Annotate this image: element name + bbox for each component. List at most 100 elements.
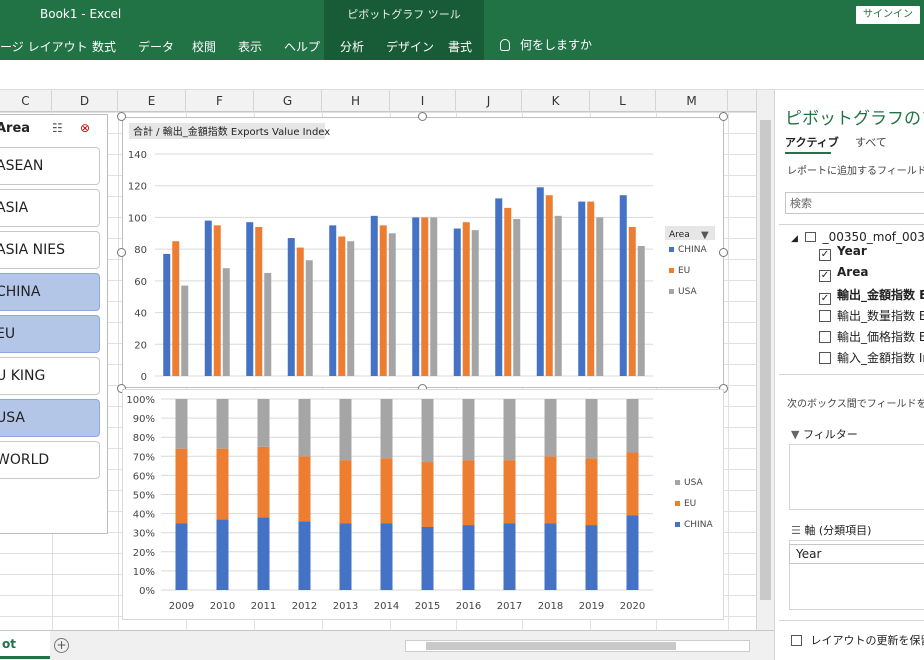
field-item[interactable]: 輸入_金額指数 In (819, 349, 924, 366)
slicer-item[interactable]: USA (0, 399, 100, 437)
column-header[interactable]: D (52, 90, 118, 112)
scroll-thumb[interactable] (426, 642, 676, 650)
field-item[interactable]: ✓ Area (819, 265, 868, 282)
resize-handle[interactable] (719, 248, 728, 257)
tab-format[interactable]: 書式 (448, 38, 472, 55)
vertical-scrollbar[interactable] (756, 90, 774, 630)
column-header[interactable]: J (456, 90, 522, 112)
resize-handle[interactable] (418, 112, 427, 121)
column-header[interactable]: K (522, 90, 590, 112)
column-header[interactable]: C (0, 90, 52, 112)
slicer-item[interactable]: ASIA (0, 189, 100, 227)
legend-label: USA (684, 478, 703, 488)
field-item[interactable]: ✓ Year (819, 244, 867, 261)
field-checkbox[interactable]: ✓ (819, 270, 831, 282)
field-hint: レポートに追加するフィールドを選 (787, 166, 924, 177)
slicer-title: Area (0, 121, 31, 136)
slicer-item[interactable]: EU (0, 315, 100, 353)
slicer-item[interactable]: ASEAN (0, 147, 100, 185)
slicer-item[interactable]: CHINA (0, 273, 100, 311)
defer-checkbox[interactable] (791, 635, 802, 646)
field-checkbox[interactable]: ✓ (819, 293, 831, 305)
axis-field-chip[interactable]: Year ▼ (789, 544, 924, 564)
stack-usa (298, 399, 311, 457)
field-item[interactable]: 輸出_価格指数 Ex (819, 328, 924, 345)
collapse-triangle-icon[interactable]: ◢ (791, 234, 798, 244)
pivot-chart-clustered[interactable]: 合計 / 輸出_金額指数 Exports Value Index 0 20 40 60 8… (122, 117, 724, 388)
field-label: 輸出_価格指数 Ex (837, 330, 924, 344)
field-checkbox[interactable] (819, 352, 831, 364)
tab-data[interactable]: データ (138, 38, 174, 55)
add-sheet-button[interactable]: + (54, 638, 69, 653)
slicer-item[interactable]: U KING (0, 357, 100, 395)
column-header[interactable]: H (322, 90, 390, 112)
defer-update-row[interactable]: レイアウトの更新を保留する (791, 632, 924, 648)
stack-usa (421, 399, 434, 463)
clear-filter-icon[interactable]: ⊗ (80, 121, 90, 135)
field-checkbox[interactable]: ✓ (819, 249, 831, 261)
pivotchart-tools-label: ピボットグラフ ツール (324, 0, 484, 30)
column-header[interactable]: M (656, 90, 728, 112)
y-tick-label: 20 (134, 340, 147, 351)
bar-usa (637, 245, 645, 376)
column-header[interactable]: F (186, 90, 254, 112)
defer-label: レイアウトの更新を保留する (810, 634, 924, 647)
stack-eu (257, 446, 270, 518)
stack-eu (175, 448, 188, 524)
tab-review[interactable]: 校閲 (192, 38, 216, 55)
scroll-thumb[interactable] (760, 120, 771, 600)
area-slicer[interactable]: Area ☷ ⊗ ASEAN ASIA ASIA NIES CHINA EU U KING… (0, 114, 108, 534)
clustered-bar-chart-svg: 合計 / 輸出_金額指数 Exports Value Index 0 20 40 60 8… (128, 123, 715, 383)
bar-china (495, 198, 503, 376)
stack-china (380, 523, 393, 590)
tab-analyze[interactable]: 分析 (340, 38, 364, 55)
tab-view[interactable]: 表示 (238, 38, 262, 55)
pivot-chart-stacked[interactable]: 0% 10% 20% 30% 40% 50% 60% 70% 80% 90% 100% 2009 201… (122, 389, 724, 620)
y-tick-label: 0 (141, 372, 147, 383)
column-header[interactable]: I (390, 90, 456, 112)
stack-china (544, 523, 557, 590)
field-item[interactable]: 輸出_数量指数 Ex (819, 307, 924, 324)
sheet-tab[interactable]: ot (0, 631, 50, 659)
table-node[interactable]: ◢ _00350_mof_003 (791, 230, 924, 244)
tab-active[interactable]: アクティブ (785, 134, 839, 150)
document-title: Book1 - Excel (40, 7, 122, 21)
signin-button[interactable]: サインイン (856, 6, 920, 24)
tab-design[interactable]: デザイン (386, 38, 434, 55)
stack-china (257, 517, 270, 590)
stack-eu (585, 458, 598, 526)
y-tick-label: 80% (133, 433, 155, 444)
bar-usa (388, 233, 396, 376)
tab-page-layout[interactable]: ページ レイアウト (0, 38, 88, 55)
bar-china (619, 195, 627, 376)
resize-handle[interactable] (117, 248, 126, 257)
horizontal-scrollbar[interactable] (405, 640, 750, 652)
field-item[interactable]: ✓ 輸出_金額指数 Ex (819, 286, 924, 305)
field-checkbox[interactable] (819, 331, 831, 343)
filter-drop-area[interactable] (789, 444, 924, 510)
field-search-input[interactable]: 検索 (785, 192, 924, 214)
resize-handle[interactable] (719, 112, 728, 121)
column-header[interactable]: G (254, 90, 322, 112)
tab-formulas[interactable]: 数式 (92, 38, 116, 55)
slicer-item[interactable]: ASIA NIES (0, 231, 100, 269)
y-tick-label: 90% (133, 414, 155, 425)
column-header[interactable]: E (118, 90, 186, 112)
tab-all[interactable]: すべて (855, 134, 887, 150)
field-checkbox[interactable] (819, 310, 831, 322)
tell-me-search[interactable]: 何をしますか (500, 36, 592, 53)
bar-eu (462, 222, 470, 376)
filter-dropdown-icon: ▼ (701, 230, 709, 241)
column-header[interactable]: L (590, 90, 656, 112)
axis-label: 軸 (分類項目) (804, 524, 872, 537)
lightbulb-icon (500, 39, 510, 51)
y-tick-label: 100 (128, 213, 147, 224)
multi-select-icon[interactable]: ☷ (52, 121, 63, 135)
slicer-item[interactable]: WORLD (0, 441, 100, 479)
y-tick-label: 140 (128, 150, 147, 161)
bar-eu (628, 226, 636, 376)
resize-handle[interactable] (117, 112, 126, 121)
bar-usa (222, 268, 230, 376)
legend-swatch (675, 522, 680, 527)
tab-help[interactable]: ヘルプ (284, 38, 320, 55)
